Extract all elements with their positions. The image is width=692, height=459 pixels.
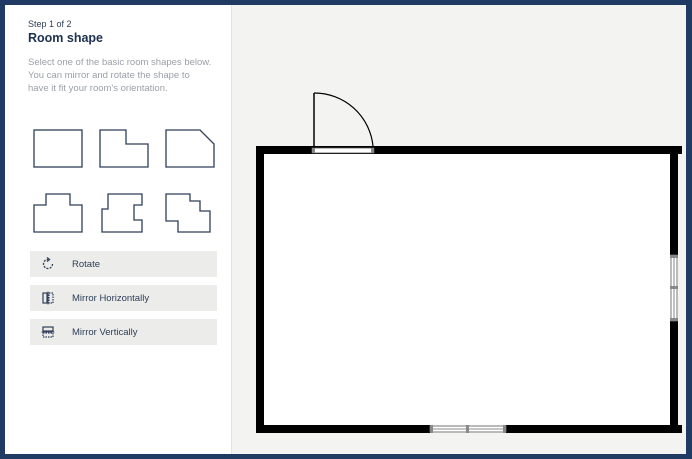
mirror-vertically-button[interactable]: Mirror Vertically [30, 319, 217, 345]
shape-option-t-shape[interactable] [32, 191, 84, 235]
t-room-shape-icon [33, 193, 83, 233]
mirror-horizontal-icon [40, 290, 56, 306]
notched-room-shape-icon [101, 193, 143, 233]
corner-cut-room-shape-icon [99, 129, 149, 168]
angled-corner-room-shape-icon [165, 129, 215, 168]
sidebar-panel: Step 1 of 2 Room shape Select one of the… [5, 5, 232, 454]
window-bottom[interactable] [429, 425, 507, 433]
instructions-text: Select one of the basic room shapes belo… [28, 57, 212, 94]
floor-plan-drawing [256, 92, 682, 433]
app-frame: Step 1 of 2 Room shape Select one of the… [5, 5, 686, 454]
page-title: Room shape [28, 31, 104, 45]
mirror-horizontally-button[interactable]: Mirror Horizontally [30, 285, 217, 311]
mirror-horizontally-label: Mirror Horizontally [72, 292, 150, 304]
shape-option-notched[interactable] [98, 191, 150, 235]
shape-option-corner-cut[interactable] [98, 127, 150, 171]
stepped-room-shape-icon [165, 193, 211, 233]
shape-option-rectangle[interactable] [32, 127, 84, 171]
shape-option-stepped[interactable] [164, 191, 216, 235]
floor-plan-canvas[interactable] [232, 5, 686, 454]
window-right[interactable] [670, 254, 678, 322]
room-floor [264, 154, 670, 425]
rotate-label: Rotate [72, 258, 100, 270]
mirror-vertical-icon [40, 324, 56, 340]
rotate-icon [40, 256, 56, 272]
rotate-button[interactable]: Rotate [30, 251, 217, 277]
rectangle-room-shape-icon [33, 129, 83, 168]
step-indicator: Step 1 of 2 [28, 19, 72, 29]
shape-option-angled-corner[interactable] [164, 127, 216, 171]
mirror-vertically-label: Mirror Vertically [72, 326, 138, 338]
door[interactable] [311, 92, 375, 154]
